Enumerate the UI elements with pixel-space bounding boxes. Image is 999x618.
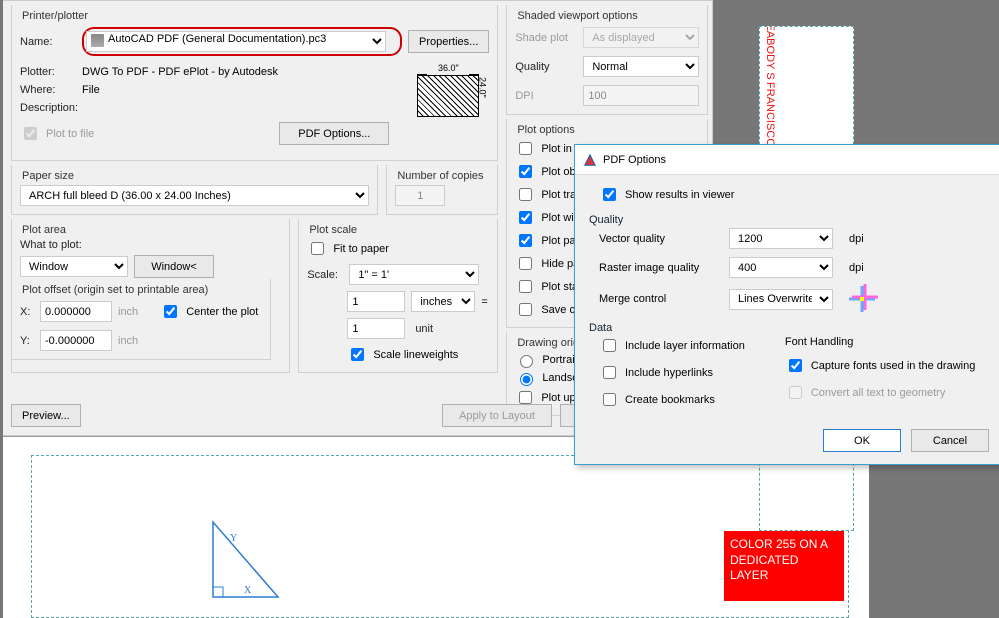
group-plot-offset: Plot offset (origin set to printable are… [11,279,271,360]
autocad-logo-icon [583,153,597,167]
plot-offset-title: Plot offset (origin set to printable are… [20,284,262,296]
y-offset-input[interactable] [40,330,112,351]
pdf-ok-button[interactable]: OK [823,429,901,452]
y-unit: inch [118,335,138,347]
include-hyperlinks-check[interactable]: Include hyperlinks [599,363,745,382]
preview-hatch [417,75,479,117]
pdf-options-button[interactable]: PDF Options... [279,122,389,145]
plot-scale-title: Plot scale [307,224,489,236]
capture-fonts-check[interactable]: Capture fonts used in the drawing [785,356,976,375]
red-annotation-box: COLOR 255 ON A DEDICATED LAYER [724,531,844,601]
equals-sign: = [481,296,487,308]
pdf-options-title: PDF Options [603,154,666,166]
vector-dpi-label: dpi [849,233,879,245]
raster-quality-select[interactable]: 400 [729,257,833,278]
what-to-plot-select[interactable]: Window [20,256,128,277]
what-to-plot-label: What to plot: [20,239,82,251]
properties-button[interactable]: Properties... [408,30,489,53]
merge-control-select[interactable]: Lines Overwrite [729,289,833,310]
vector-quality-label: Vector quality [599,233,729,245]
scale-lineweights-check[interactable]: Scale lineweights [347,345,489,364]
window-pick-button[interactable]: Window< [134,255,214,278]
paper-outline: Y X COLOR 255 ON A DEDICATED LAYER 0 PEA… [31,455,849,618]
group-plot-scale: Plot scale Fit to paper Scale: 1" = 1' i… [298,219,498,373]
quality-select[interactable]: Normal [583,56,699,77]
show-results-check[interactable]: Show results in viewer [599,185,999,204]
raster-dpi-label: dpi [849,262,879,274]
create-bookmarks-check[interactable]: Create bookmarks [599,390,745,409]
preview-height: 24.0" [477,77,487,98]
shaded-title: Shaded viewport options [515,10,699,22]
pdf-data-header: Data [589,322,999,334]
group-shaded-viewport: Shaded viewport options Shade plot As di… [506,5,708,115]
x-offset-input[interactable] [40,301,112,322]
shade-plot-label: Shade plot [515,32,577,44]
svg-text:X: X [244,585,252,596]
convert-text-check[interactable]: Convert all text to geometry [785,383,976,402]
svg-text:Y: Y [230,533,237,544]
paper-preview: 36.0" 24.0" [407,63,487,141]
preview-width: 36.0" [417,63,479,73]
cursor-icon [849,286,875,312]
triangle-drawing: Y X [208,517,288,605]
scale-label: Scale: [307,269,343,281]
where-value: File [82,84,100,96]
copies-title: Number of copies [395,170,489,182]
pdf-cancel-button[interactable]: Cancel [911,429,989,452]
scale-unit-label: unit [411,323,475,335]
printer-name-select[interactable] [86,31,386,52]
group-paper-size: Paper size ARCH full bleed D (36.00 x 24… [11,165,378,215]
plotter-label: Plotter: [20,66,76,78]
pdf-options-dialog: PDF Options Show results in viewer Quali… [574,144,999,465]
vector-quality-select[interactable]: 1200 [729,228,833,249]
dpi-label: DPI [515,90,577,102]
plot-options-title: Plot options [515,124,699,136]
copies-input [395,185,445,206]
address-line-2: FRANCISCO, [764,82,776,150]
pdf-quality-header: Quality [589,214,999,226]
shade-plot-select: As displayed [583,27,699,48]
x-label: X: [20,306,34,318]
dpi-input [583,85,699,106]
preview-button[interactable]: Preview... [11,404,81,427]
merge-control-label: Merge control [599,293,729,305]
center-plot-check[interactable]: Center the plot [160,302,258,321]
paper-size-title: Paper size [20,170,369,182]
where-label: Where: [20,84,76,96]
scale-num-input[interactable] [347,291,405,312]
include-layer-check[interactable]: Include layer information [599,336,745,355]
address-line-1: 0 PEABODY S [764,26,776,80]
scale-unit-select[interactable]: inches [411,291,475,312]
plotter-icon [91,34,104,47]
plot-area-title: Plot area [20,224,281,236]
name-highlight: AutoCAD PDF (General Documentation).pc3 [82,27,402,56]
quality-label: Quality [515,61,577,73]
group-copies: Number of copies [386,165,498,215]
x-unit: inch [118,306,138,318]
pdf-options-titlebar[interactable]: PDF Options [575,145,999,175]
y-label: Y: [20,335,34,347]
font-handling-header: Font Handling [785,336,976,348]
description-label: Description: [20,102,92,114]
plot-to-file-check[interactable]: Plot to file [20,124,94,143]
fit-to-paper-check[interactable]: Fit to paper [307,239,489,258]
raster-quality-label: Raster image quality [599,262,729,274]
name-label: Name: [20,36,76,48]
scale-select[interactable]: 1" = 1' [349,264,479,285]
scale-den-input[interactable] [347,318,405,339]
apply-layout-button: Apply to Layout [442,404,552,427]
paper-size-select[interactable]: ARCH full bleed D (36.00 x 24.00 Inches) [20,185,369,206]
group-printer-title: Printer/plotter [20,10,489,22]
plotter-value: DWG To PDF - PDF ePlot - by Autodesk [82,66,278,78]
group-printer: Printer/plotter Name: AutoCAD PDF (Gener… [11,5,498,161]
